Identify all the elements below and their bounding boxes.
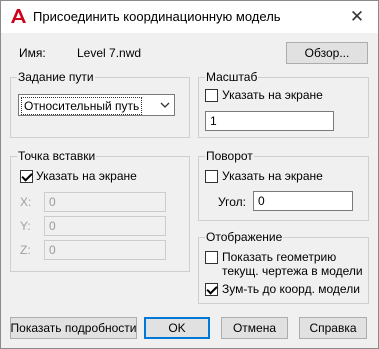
close-button[interactable]: ✕: [346, 6, 368, 28]
insertion-specify-label: Указать на экране: [36, 169, 137, 183]
cancel-label: Отмена: [232, 321, 277, 335]
y-input[interactable]: 0: [44, 216, 166, 236]
angle-input[interactable]: 0: [253, 191, 353, 211]
show-details-button[interactable]: Показать подробности: [10, 317, 137, 339]
display-group-title: Отображение: [205, 230, 284, 244]
browse-button-label: Обзор...: [304, 46, 350, 60]
scale-group-title: Масштаб: [205, 70, 259, 84]
rotation-group-title: Поворот: [205, 149, 254, 163]
ok-label: OK: [168, 321, 186, 335]
name-label: Имя:: [19, 46, 46, 60]
x-input[interactable]: 0: [44, 192, 166, 212]
insertion-point-group-title: Точка вставки: [17, 149, 97, 163]
rotation-specify-label: Указать на экране: [222, 169, 323, 183]
y-label: Y:: [20, 219, 31, 233]
chevron-down-icon: [156, 95, 174, 115]
show-geometry-checkbox[interactable]: [205, 251, 218, 264]
zoom-to-model-checkbox[interactable]: [205, 283, 218, 296]
x-label: X:: [20, 195, 32, 209]
name-value: Level 7.nwd: [77, 46, 142, 60]
show-geometry-label-line2: текущ. чертежа в модели: [222, 264, 363, 278]
autocad-logo-icon: [11, 9, 26, 23]
browse-button[interactable]: Обзор...: [286, 42, 368, 64]
help-button[interactable]: Справка: [299, 317, 367, 339]
scale-specify-checkbox[interactable]: [205, 89, 218, 102]
scale-input[interactable]: 1: [205, 111, 334, 131]
show-details-label: Показать подробности: [10, 321, 137, 335]
ok-button[interactable]: OK: [144, 317, 210, 339]
close-icon: ✕: [349, 7, 365, 26]
path-type-value: Относительный путь: [21, 97, 143, 115]
scale-specify-label: Указать на экране: [222, 88, 323, 102]
angle-label: Угол:: [218, 195, 246, 209]
path-group-title: Задание пути: [17, 70, 95, 84]
zoom-to-model-label: Зум-ть до коорд. модели: [222, 282, 360, 296]
cancel-button[interactable]: Отмена: [221, 317, 288, 339]
rotation-specify-checkbox[interactable]: [205, 170, 218, 183]
attach-coordination-model-dialog: Присоединить координационную модель ✕ Им…: [0, 0, 379, 349]
title-bar: Присоединить координационную модель ✕: [1, 1, 378, 33]
z-label: Z:: [20, 243, 31, 257]
dialog-title: Присоединить координационную модель: [33, 9, 281, 24]
show-geometry-label-line1: Показать геометрию: [222, 250, 337, 264]
insertion-specify-checkbox[interactable]: [20, 170, 33, 183]
rotation-group: [198, 156, 369, 221]
z-input[interactable]: 0: [44, 240, 166, 260]
help-label: Справка: [309, 321, 357, 335]
path-type-select[interactable]: Относительный путь: [18, 94, 175, 116]
